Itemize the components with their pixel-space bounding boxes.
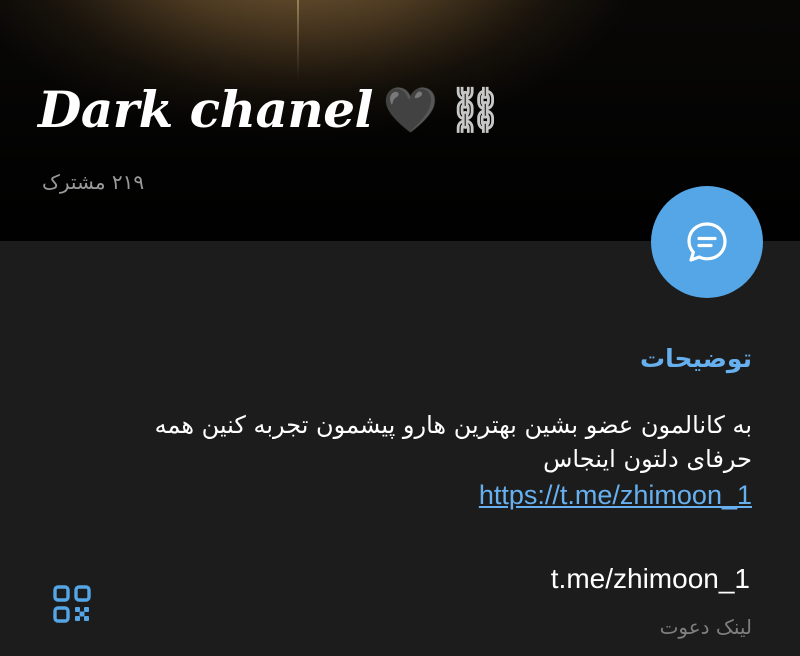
qr-code-button[interactable] (53, 585, 91, 623)
channel-description: به کانالمون عضو بشین بهترین هارو پیشمون … (42, 408, 752, 512)
channel-title: Dark chanel 🖤 ⛓ (38, 82, 503, 137)
invite-link[interactable]: t.me/zhimoon_1 (551, 563, 750, 595)
channel-info-screen: Dark chanel 🖤 ⛓ ۲۱۹ مشترک توضیحات به کانال… (0, 0, 800, 656)
black-heart-emoji: 🖤 (383, 85, 438, 136)
qr-code-icon (53, 585, 91, 623)
channel-title-text: Dark chanel (38, 80, 374, 139)
message-button[interactable] (651, 186, 763, 298)
message-bubble-icon (687, 222, 727, 262)
description-section-label: توضیحات (640, 344, 752, 373)
description-line-1: به کانالمون عضو بشین بهترین هارو پیشمون … (154, 411, 752, 439)
description-line-2: حرفای دلتون اینجاس (543, 445, 752, 473)
invite-link-label: لینک دعوت (659, 615, 752, 639)
description-link[interactable]: https://t.me/zhimoon_1 (42, 478, 752, 512)
chains-emoji: ⛓ (447, 85, 503, 136)
subscriber-count: ۲۱۹ مشترک (42, 170, 145, 194)
